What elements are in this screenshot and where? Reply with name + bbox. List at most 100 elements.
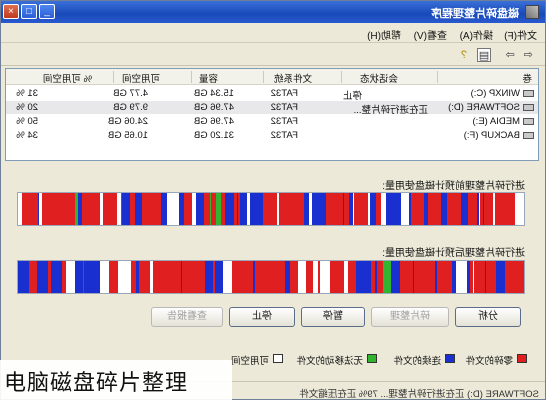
cluster-segment bbox=[281, 261, 285, 293]
cluster-segment bbox=[423, 261, 432, 293]
cluster-segment bbox=[435, 261, 437, 293]
cluster-segment bbox=[59, 193, 62, 225]
cluster-segment bbox=[17, 261, 23, 293]
cluster-segment bbox=[271, 193, 277, 225]
volume-name: BACKUP (F:) bbox=[463, 130, 520, 141]
cluster-segment bbox=[210, 193, 211, 225]
cluster-segment bbox=[433, 261, 435, 293]
cluster-segment bbox=[493, 193, 495, 225]
col-volume[interactable]: 卷 bbox=[522, 71, 532, 85]
cluster-segment bbox=[216, 193, 221, 225]
col-filesystem[interactable]: 文件系统 bbox=[274, 71, 312, 85]
menu-view[interactable]: 查看(V) bbox=[414, 27, 447, 42]
menu-file[interactable]: 文件(F) bbox=[504, 27, 537, 42]
cluster-segment bbox=[234, 193, 236, 225]
volume-capacity: 31.20 GB bbox=[193, 130, 234, 141]
cluster-segment bbox=[401, 193, 409, 225]
cluster-segment bbox=[211, 193, 216, 225]
volume-row[interactable]: BACKUP (F:) FAT32 31.20 GB 10.65 GB 34 % bbox=[6, 129, 538, 142]
title-bar[interactable]: 磁盘碎片整理程序 _ □ × bbox=[0, 1, 545, 23]
help-icon[interactable]: ? bbox=[457, 48, 471, 62]
cluster-segment bbox=[501, 261, 505, 293]
cluster-segment bbox=[42, 193, 46, 225]
cluster-segment bbox=[148, 261, 150, 293]
cluster-segment bbox=[514, 261, 521, 293]
back-icon[interactable]: ⇦ bbox=[521, 48, 535, 62]
maximize-button[interactable]: □ bbox=[21, 4, 37, 19]
cluster-segment bbox=[236, 261, 244, 293]
menu-help[interactable]: 帮助(H) bbox=[367, 27, 401, 42]
cluster-segment bbox=[505, 193, 514, 225]
close-button[interactable]: × bbox=[3, 4, 19, 19]
cluster-segment bbox=[313, 261, 318, 293]
cluster-segment bbox=[493, 261, 494, 293]
menu-action[interactable]: 操作(A) bbox=[460, 27, 493, 42]
cluster-segment bbox=[318, 261, 320, 293]
cluster-segment bbox=[90, 261, 93, 293]
minimize-button[interactable]: _ bbox=[39, 4, 55, 19]
forward-icon[interactable]: ⇨ bbox=[503, 48, 517, 62]
col-free-space[interactable]: 可用空间 bbox=[122, 71, 160, 85]
legend-fragmented: 零碎的文件 bbox=[465, 356, 513, 367]
cluster-segment bbox=[80, 193, 82, 225]
volume-pct: 31 % bbox=[16, 88, 38, 99]
cluster-segment bbox=[286, 193, 288, 225]
cluster-segment bbox=[100, 261, 109, 293]
cluster-segment bbox=[117, 261, 118, 293]
view-report-button[interactable]: 查看报告 bbox=[151, 307, 223, 327]
cluster-segment bbox=[113, 261, 117, 293]
cluster-segment bbox=[268, 261, 273, 293]
cluster-segment bbox=[505, 261, 514, 293]
cluster-segment bbox=[194, 261, 196, 293]
cluster-segment bbox=[412, 261, 413, 293]
cluster-segment bbox=[91, 193, 100, 225]
cluster-segment bbox=[432, 261, 433, 293]
volume-row[interactable]: WINXP (C:) 停止 FAT32 15.34 GB 4.77 GB 31 … bbox=[6, 87, 538, 102]
cluster-segment bbox=[196, 261, 204, 293]
cluster-segment bbox=[103, 193, 105, 225]
window-title: 磁盘碎片整理程序 bbox=[431, 8, 519, 20]
legend-swatch-free bbox=[273, 354, 283, 363]
col-status[interactable]: 会话状态 bbox=[360, 71, 398, 85]
cluster-segment bbox=[23, 261, 29, 293]
cluster-segment bbox=[386, 193, 393, 225]
stop-button[interactable]: 停止 bbox=[229, 307, 295, 327]
volume-list[interactable]: 卷 会话状态 文件系统 容量 可用空间 % 可用空间 WINXP (C:) 停止… bbox=[5, 68, 539, 161]
volume-capacity: 47.96 GB bbox=[193, 102, 234, 113]
cluster-segment bbox=[296, 193, 304, 225]
volume-row[interactable]: MEDIA (E:) FAT32 47.96 GB 24.06 GB 50 % bbox=[6, 115, 538, 128]
cluster-segment bbox=[521, 261, 524, 293]
legend-contiguous: 连续的文件 bbox=[393, 356, 441, 367]
pause-button[interactable]: 暂停 bbox=[301, 307, 365, 327]
cluster-segment bbox=[356, 261, 365, 293]
menu-bar: 文件(F) 操作(A) 查看(V) 帮助(H) bbox=[0, 23, 545, 43]
cluster-segment bbox=[408, 261, 412, 293]
after-map-label: 进行碎片整理后预计磁盘使用量: bbox=[382, 248, 525, 259]
cluster-segment bbox=[515, 193, 524, 225]
volume-name: MEDIA (E:) bbox=[472, 116, 520, 127]
cluster-segment bbox=[418, 193, 420, 225]
cluster-segment bbox=[474, 261, 479, 293]
cluster-segment bbox=[462, 261, 467, 293]
cluster-segment bbox=[237, 193, 238, 225]
col-capacity[interactable]: 容量 bbox=[199, 71, 218, 85]
cluster-segment bbox=[42, 261, 48, 293]
cluster-segment bbox=[260, 261, 268, 293]
cluster-segment bbox=[383, 261, 391, 293]
defragment-button[interactable]: 碎片整理 bbox=[371, 307, 449, 327]
col-pct-free[interactable]: % 可用空间 bbox=[43, 71, 92, 85]
cluster-segment bbox=[148, 193, 157, 225]
cluster-segment bbox=[255, 261, 260, 293]
cluster-segment bbox=[204, 261, 205, 293]
cluster-segment bbox=[392, 261, 400, 293]
cluster-segment bbox=[122, 193, 130, 225]
cluster-segment bbox=[62, 261, 66, 293]
cluster-segment bbox=[479, 193, 480, 225]
cluster-segment bbox=[279, 193, 286, 225]
cluster-segment bbox=[314, 193, 320, 225]
analyze-button[interactable]: 分析 bbox=[455, 307, 521, 327]
properties-icon[interactable]: ▤ bbox=[477, 48, 491, 62]
volume-row[interactable]: SOFTWARE (D:) 正在进行碎片整... FAT32 47.96 GB … bbox=[6, 101, 538, 116]
cluster-segment bbox=[348, 261, 356, 293]
cluster-segment bbox=[213, 261, 215, 293]
